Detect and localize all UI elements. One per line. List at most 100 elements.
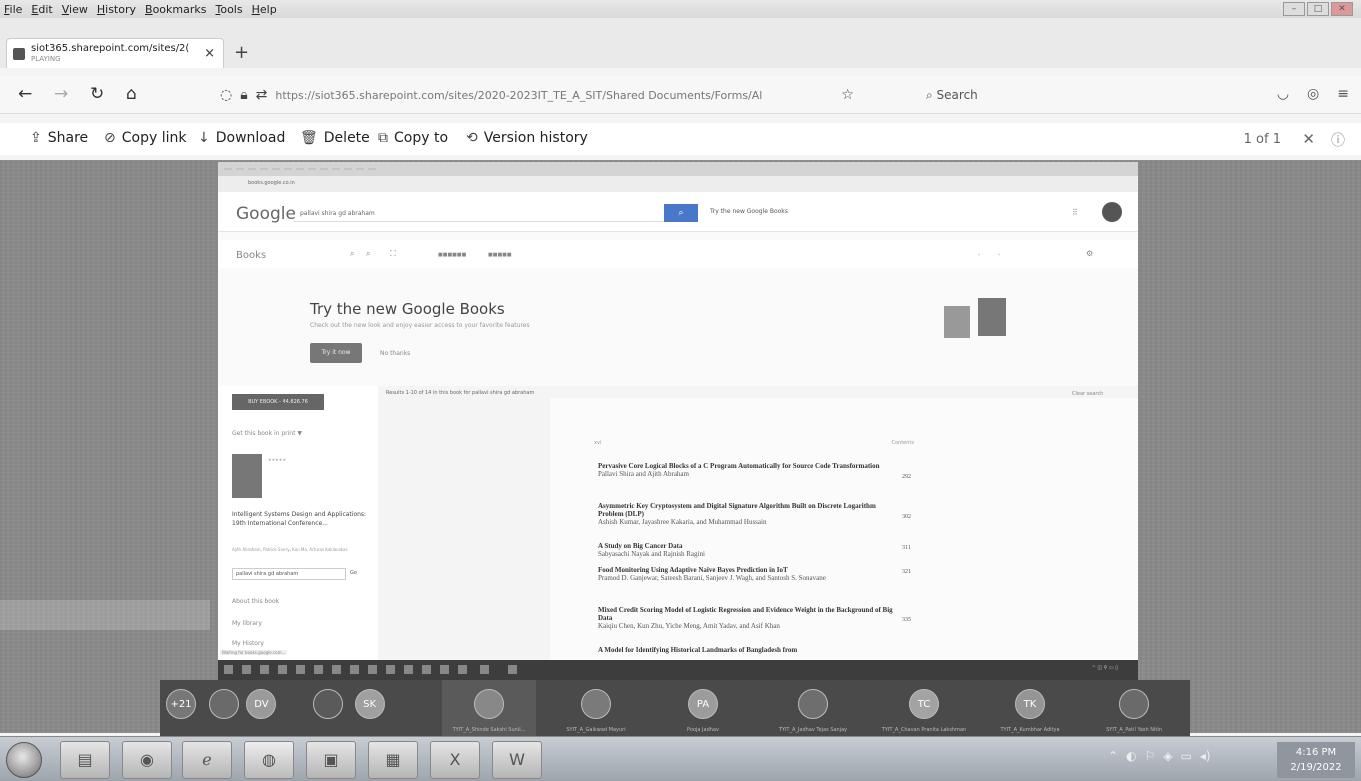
minimize-icon[interactable]: –: [1283, 2, 1305, 16]
menu-file[interactable]: File: [4, 3, 22, 16]
internet-explorer-icon[interactable]: ℯ: [182, 741, 232, 779]
start-button[interactable]: [6, 742, 42, 778]
get-print-dropdown[interactable]: Get this book in print ▼: [232, 430, 302, 437]
write-review-link[interactable]: ■■■■■: [488, 252, 512, 258]
fullscreen-icon[interactable]: ⛶: [390, 249, 396, 259]
tray-security-icon[interactable]: ◈: [1163, 749, 1172, 763]
settings-gear-icon[interactable]: ⚙: [1086, 249, 1093, 258]
try-it-now-button[interactable]: Try it now: [310, 343, 362, 363]
add-to-library-link[interactable]: ■■■■■■: [438, 252, 466, 258]
participant-tile[interactable]: TK TYIT_A_Kumbhar Aditya: [980, 680, 1080, 736]
close-tab-icon[interactable]: ×: [204, 46, 215, 61]
browser-tab[interactable]: siot365.sharepoint.com/sites/2( PLAYING …: [6, 38, 224, 68]
account-icon[interactable]: ◎: [1307, 86, 1319, 102]
toc-authors: Sabyasachi Nayak and Rajnish Ragini: [598, 550, 705, 558]
forward-arrow-icon[interactable]: →: [54, 84, 68, 104]
apps-grid-icon[interactable]: ⠿: [1072, 208, 1078, 217]
google-logo[interactable]: Google: [236, 204, 296, 224]
tray-battery-icon[interactable]: ▭: [1181, 749, 1192, 763]
zoom-out-icon[interactable]: ⌕: [366, 249, 370, 259]
participant-tile[interactable]: SK: [312, 680, 392, 736]
try-new-google-books-link[interactable]: Try the new Google Books: [710, 208, 788, 215]
window-controls: – □ ✕: [1283, 2, 1353, 16]
menu-tools[interactable]: Tools: [215, 3, 242, 16]
tray-app-icon[interactable]: ◐: [1126, 749, 1136, 763]
teams-icon[interactable]: ▦: [368, 741, 418, 779]
permissions-icon[interactable]: ⇄: [256, 87, 268, 103]
version-history-button[interactable]: ⟲ Version history: [466, 130, 588, 146]
about-book-link[interactable]: About this book: [232, 598, 279, 605]
menu-bookmarks[interactable]: Bookmarks: [145, 3, 206, 16]
word-icon[interactable]: W: [492, 741, 542, 779]
home-icon[interactable]: ⌂: [126, 84, 137, 104]
clear-search-link[interactable]: Clear search: [1072, 391, 1103, 397]
zoom-in-icon[interactable]: ⌕: [350, 249, 354, 259]
excel-icon[interactable]: X: [430, 741, 480, 779]
participant-tile[interactable]: TC TYIT_A_Chavan Pranita Lakshman: [870, 680, 978, 736]
participant-tile[interactable]: TYIT_A_Jadhav Tejas Sanjay: [758, 680, 868, 736]
no-thanks-link[interactable]: No thanks: [380, 350, 410, 357]
search-in-book-go-button[interactable]: Go: [350, 570, 357, 576]
bookmark-star-icon[interactable]: ☆: [841, 87, 854, 103]
book-title[interactable]: Intelligent Systems Design and Applicati…: [232, 510, 380, 528]
my-history-link[interactable]: My History: [232, 640, 264, 647]
page-nav-next-icon[interactable]: ›: [998, 252, 1000, 258]
participant-avatar: [581, 689, 611, 719]
books-label[interactable]: Books: [236, 250, 266, 261]
toc-authors: Pallavi Shira and Ajith Abraham: [598, 470, 689, 478]
copy-to-button[interactable]: ⧉ Copy to: [378, 130, 448, 146]
media-player-icon[interactable]: ▣: [306, 741, 356, 779]
menu-view[interactable]: View: [62, 3, 88, 16]
book-cover[interactable]: [232, 454, 262, 498]
menu-history[interactable]: History: [97, 3, 136, 16]
toc-entry: Mixed Credit Scoring Model of Logistic R…: [598, 606, 898, 630]
close-window-icon[interactable]: ✕: [1331, 2, 1353, 16]
participant-avatar: [474, 689, 504, 719]
reload-icon[interactable]: ↻: [90, 84, 104, 104]
google-search-input[interactable]: pallavi shira gd abraham: [294, 206, 664, 222]
search-box[interactable]: ⌕ Search: [926, 88, 978, 103]
file-explorer-icon[interactable]: ▤: [60, 741, 110, 779]
avatar[interactable]: [1102, 202, 1122, 222]
inner-app-icon: [422, 665, 431, 674]
delete-button[interactable]: 🗑︎ Delete: [300, 130, 370, 146]
my-library-link[interactable]: My library: [232, 620, 262, 627]
firefox-icon[interactable]: ◍: [244, 741, 294, 779]
address-bar[interactable]: ◌ 🔒︎ ⇄ https://siot365.sharepoint.com/si…: [220, 82, 910, 108]
taskbar-clock[interactable]: 4:16 PM 2/19/2022: [1277, 742, 1355, 778]
participant-tile[interactable]: SYIT_A_Gaikwad Mayuri: [540, 680, 652, 736]
lock-icon[interactable]: 🔒︎: [240, 87, 247, 103]
copy-link-button[interactable]: ⊘ Copy link: [104, 130, 186, 146]
menu-help[interactable]: Help: [252, 3, 277, 16]
tray-network-icon[interactable]: ⚐: [1145, 749, 1156, 763]
participant-tile[interactable]: TYIT_A_Shinde Sakshi Sunil...: [442, 680, 536, 736]
page-nav-prev-icon[interactable]: ‹: [978, 252, 980, 258]
toc-authors: Kaiqiu Chen, Kun Zhu, Yiche Meng, Amit Y…: [598, 622, 780, 630]
back-arrow-icon[interactable]: ←: [18, 84, 32, 104]
menu-edit[interactable]: Edit: [31, 3, 52, 16]
shield-icon[interactable]: ◌: [220, 87, 232, 103]
new-tab-button[interactable]: +: [234, 42, 249, 63]
menu-hamburger-icon[interactable]: ≡: [1337, 86, 1349, 102]
buy-ebook-button[interactable]: BUY EBOOK - ₹4,826.76: [232, 394, 324, 410]
participant-tile[interactable]: +21: [160, 680, 202, 736]
participant-tile[interactable]: PA Pooja Jadhav: [654, 680, 752, 736]
volume-icon[interactable]: ◂): [1200, 749, 1211, 763]
maximize-icon[interactable]: □: [1307, 2, 1329, 16]
tray-arrow-icon[interactable]: ⌃: [1108, 749, 1118, 763]
download-button[interactable]: ↓ Download: [198, 130, 285, 146]
participant-tile[interactable]: DV: [202, 680, 312, 736]
toc-page-number: 321: [902, 569, 911, 575]
pocket-icon[interactable]: ◡: [1277, 86, 1289, 102]
google-search-button[interactable]: ⌕: [664, 204, 698, 222]
share-button[interactable]: ⇪ Share: [30, 130, 88, 146]
participant-tile[interactable]: SYIT_A_Patil Yash Nitin: [1082, 680, 1186, 736]
inner-app-icon: [314, 665, 323, 674]
close-viewer-icon[interactable]: ✕: [1302, 130, 1315, 148]
toc-entry: Pervasive Core Logical Blocks of a C Pro…: [598, 462, 898, 478]
participant-name: TYIT_A_Shinde Sakshi Sunil...: [452, 727, 526, 733]
help-icon[interactable]: ⓘ: [1331, 130, 1345, 150]
url-text[interactable]: https://siot365.sharepoint.com/sites/202…: [275, 89, 835, 102]
chrome-icon[interactable]: ◉: [122, 741, 172, 779]
search-in-book-input[interactable]: pallavi shira gd abraham: [232, 568, 346, 580]
